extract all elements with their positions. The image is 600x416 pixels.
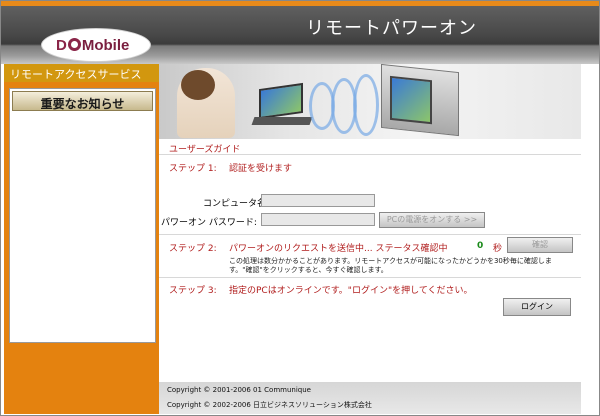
step1-label: ステップ 1: <box>169 164 217 174</box>
page-title: リモートパワーオン <box>306 18 477 39</box>
laptop-icon <box>259 82 303 120</box>
sidebar: リモートアクセスサービス 重要なお知らせ <box>4 64 159 414</box>
important-notice-panel: 重要なお知らせ <box>9 88 156 343</box>
step2-title: パワーオンのリクエストを送信中... ステータス確認中 <box>229 244 448 254</box>
logo-o-icon <box>67 38 81 51</box>
monitor-icon <box>381 64 459 137</box>
sidebar-header: リモートアクセスサービス <box>4 64 159 82</box>
computer-name-label: コンピュータ名: <box>203 199 270 209</box>
logo-text: D Mobile <box>56 37 129 54</box>
power-on-password-input[interactable] <box>261 213 375 226</box>
laptop-base <box>251 117 313 125</box>
divider <box>159 277 581 278</box>
power-on-button[interactable]: PCの電源をオンする >> <box>379 212 485 228</box>
confirm-button[interactable]: 確認 <box>507 237 573 253</box>
divider <box>159 154 581 155</box>
person-hair <box>181 70 215 100</box>
footer: Copyright © 2001-2006 01 Communique Copy… <box>159 382 581 414</box>
window-frame: D Mobile リモートパワーオン リモートアクセスサービス 重要なお知らせ <box>0 0 600 416</box>
domobile-logo: D Mobile <box>41 28 151 62</box>
elapsed-seconds: 0 <box>477 241 484 251</box>
right-gutter <box>581 64 599 414</box>
logo-d: D <box>56 37 67 54</box>
hero-banner <box>159 64 581 139</box>
important-notice-header: 重要なお知らせ <box>12 91 153 111</box>
sidebar-service-title: リモートアクセスサービス <box>10 68 142 81</box>
step2-label: ステップ 2: <box>169 244 217 254</box>
computer-name-input[interactable] <box>261 194 375 207</box>
step3-label: ステップ 3: <box>169 286 217 296</box>
login-button[interactable]: ログイン <box>503 298 571 316</box>
seconds-unit: 秒 <box>493 244 503 254</box>
monitor-screen <box>390 75 432 125</box>
important-notice-title: 重要なお知らせ <box>40 97 125 111</box>
step1-title: 認証を受けます <box>229 164 293 174</box>
password-label: パワーオン パスワード: <box>161 218 257 228</box>
copyright-line-2: Copyright © 2002-2006 日立ビジネスソリューション株式会社 <box>167 401 372 409</box>
logo-mobile: Mobile <box>81 37 130 54</box>
divider <box>159 234 581 235</box>
signal-wave-icon <box>353 74 379 136</box>
main-content: ユーザーズガイド ステップ 1: 認証を受けます コンピュータ名: パワーオン … <box>159 64 581 414</box>
header-bar: D Mobile リモートパワーオン <box>1 6 599 64</box>
copyright-line-1: Copyright © 2001-2006 01 Communique <box>167 386 311 394</box>
status-note: この処理は数分かかることがあります。リモートアクセスが可能になったかどうかを30… <box>229 257 552 274</box>
step3-title: 指定のPCはオンラインです。"ログイン"を押してください。 <box>229 286 473 296</box>
